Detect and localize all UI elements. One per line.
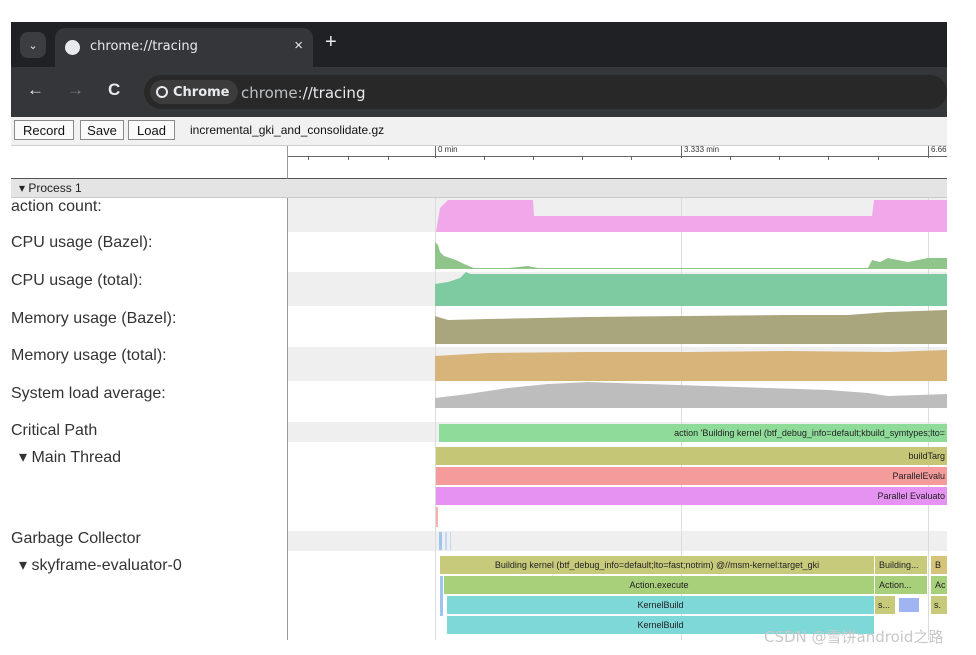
critical-path-slice[interactable]: action 'Building kernel (btf_debug_info=…: [439, 424, 947, 442]
building-slice-3[interactable]: B: [931, 556, 947, 574]
slice-marker: [440, 576, 443, 616]
url-host: chrome:: [241, 84, 303, 102]
small-blue-slice[interactable]: [899, 598, 919, 612]
track-band: [288, 531, 947, 551]
track-label-mem-bazel: Memory usage (Bazel):: [11, 310, 177, 327]
chip-label: Chrome: [173, 84, 230, 100]
building-slice-2[interactable]: Building...: [875, 556, 927, 574]
ruler-tick: [582, 156, 583, 160]
build-target-slice[interactable]: buildTarg: [436, 447, 947, 465]
track-area[interactable]: action 'Building kernel (btf_debug_info=…: [288, 198, 947, 640]
ruler-tick: [631, 156, 632, 160]
address-bar[interactable]: Chrome chrome://tracing: [144, 75, 947, 109]
favicon-icon: [65, 40, 80, 55]
track-label-garbage-collector: Garbage Collector: [11, 530, 141, 547]
chrome-logo-icon: [156, 86, 168, 98]
track-label-action-count: action count:: [11, 198, 102, 215]
parallel-evaluator-slice[interactable]: ParallelEvalu: [436, 467, 947, 485]
mem-bazel-area: [435, 310, 947, 344]
process-header[interactable]: ▾ Process 1: [11, 179, 947, 198]
ruler-tick: [388, 156, 389, 160]
cpu-bazel-area: [435, 242, 947, 269]
track-label-load-avg: System load average:: [11, 385, 166, 402]
kernel-build-slice[interactable]: KernelBuild: [447, 596, 874, 614]
time-ruler[interactable]: 0 min 3.333 min 6.66: [287, 145, 947, 179]
load-avg-area: [435, 382, 947, 408]
ruler-tick: [484, 156, 485, 160]
ruler-label: 0 min: [438, 145, 458, 154]
url-text[interactable]: chrome://tracing: [241, 84, 365, 102]
save-button[interactable]: Save: [80, 120, 124, 140]
tab-strip: ⌄ chrome://tracing × +: [11, 22, 947, 67]
tracing-toolbar: Record Save Load incremental_gki_and_con…: [11, 117, 947, 146]
reload-icon[interactable]: C: [108, 80, 120, 100]
slice-marker: [436, 507, 438, 527]
tab-tracing[interactable]: chrome://tracing ×: [55, 28, 313, 67]
process-label: ▾ Process 1: [19, 181, 82, 195]
action-execute-slice-2[interactable]: Action...: [875, 576, 927, 594]
ruler-label: 3.333 min: [684, 145, 720, 154]
parallel-evaluator-slice-2[interactable]: Parallel Evaluato: [436, 487, 947, 505]
ruler-spacer: [11, 146, 287, 179]
ruler-tick: [348, 156, 349, 160]
gc-slice[interactable]: [450, 532, 451, 550]
gc-slice[interactable]: [439, 532, 442, 550]
tab-search-icon[interactable]: ⌄: [20, 32, 46, 58]
browser-window: ⌄ chrome://tracing × + ← → C Chrome chro…: [11, 22, 947, 640]
close-tab-icon[interactable]: ×: [294, 37, 303, 54]
ruler-major-tick: [435, 146, 436, 158]
track-label-cpu-bazel: CPU usage (Bazel):: [11, 234, 153, 251]
mem-total-area: [435, 350, 947, 381]
browser-toolbar: ← → C Chrome chrome://tracing: [11, 67, 947, 117]
ruler-major-tick: [928, 146, 929, 158]
track-label-skyframe[interactable]: ▾ skyframe-evaluator-0: [19, 555, 182, 575]
track-label-critical-path: Critical Path: [11, 422, 98, 439]
ruler-axis: [288, 156, 947, 157]
small-slice[interactable]: s...: [875, 596, 895, 614]
ruler-tick: [779, 156, 780, 160]
watermark: CSDN @雪饼android之路: [764, 628, 944, 646]
action-execute-slice[interactable]: Action.execute: [444, 576, 874, 594]
counter-tracks: [435, 200, 947, 408]
building-kernel-slice[interactable]: Building kernel (btf_debug_info=default;…: [440, 556, 874, 574]
ruler-tick: [533, 156, 534, 160]
forward-icon[interactable]: →: [67, 80, 84, 100]
load-button[interactable]: Load: [128, 120, 175, 140]
chrome-chip[interactable]: Chrome: [150, 80, 238, 104]
trace-filename: incremental_gki_and_consolidate.gz: [190, 123, 385, 137]
track-label-main-thread[interactable]: ▾ Main Thread: [19, 447, 121, 467]
track-label-cpu-total: CPU usage (total):: [11, 272, 143, 289]
new-tab-icon[interactable]: +: [325, 31, 337, 54]
track-labels: action count: CPU usage (Bazel): CPU usa…: [11, 198, 288, 640]
action-count-area: [436, 200, 947, 232]
record-button[interactable]: Record: [14, 120, 74, 140]
small-slice-2[interactable]: s.: [931, 596, 947, 614]
track-label-mem-total: Memory usage (total):: [11, 347, 167, 364]
ruler-tick: [878, 156, 879, 160]
cpu-total-area: [435, 272, 947, 306]
gc-slice[interactable]: [445, 532, 447, 550]
tab-title: chrome://tracing: [90, 39, 198, 54]
ruler-tick: [730, 156, 731, 160]
ruler-tick: [828, 156, 829, 160]
action-execute-slice-3[interactable]: Ac: [931, 576, 947, 594]
url-path: //tracing: [302, 84, 366, 102]
back-icon[interactable]: ←: [27, 80, 44, 100]
ruler-tick: [308, 156, 309, 160]
ruler-label: 6.66: [931, 145, 947, 154]
ruler-major-tick: [681, 146, 682, 158]
